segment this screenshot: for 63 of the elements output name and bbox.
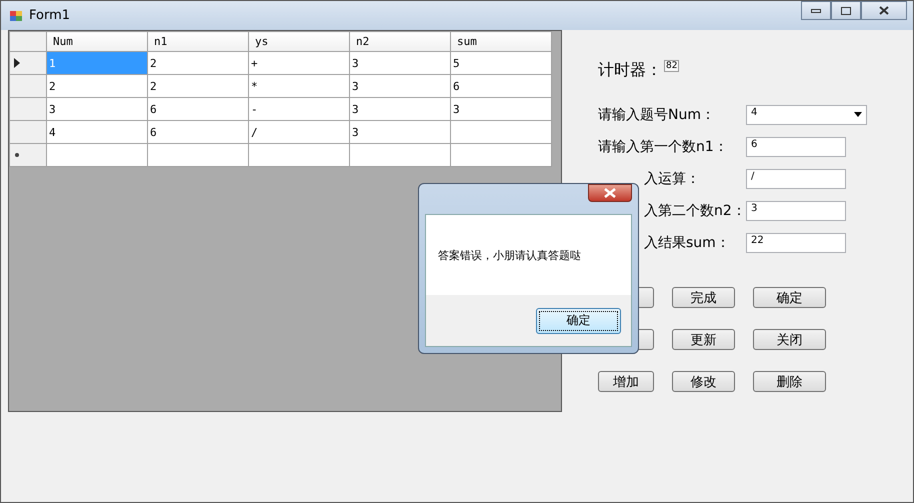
action-button[interactable]: 确定 [753,287,826,308]
window-title: Form1 [29,8,70,23]
maximize-button[interactable] [831,1,861,20]
timer-label: 计时器： [598,60,662,81]
column-header[interactable]: sum [450,32,552,52]
table-cell[interactable]: 3 [46,98,148,120]
close-button[interactable] [588,184,632,202]
input-field[interactable]: 22 [746,233,846,253]
timer-value: 82 [664,60,680,72]
table-cell[interactable]: + [248,52,350,74]
input-field[interactable]: / [746,169,846,189]
close-icon [604,188,616,198]
column-header[interactable]: Num [46,32,148,52]
table-cell[interactable]: 3 [350,120,450,144]
row-header[interactable] [10,52,46,74]
dialog-message: 答案错误，小朋请认真答题哒 [438,248,581,262]
field-label: 入运算： [643,170,701,188]
table-cell[interactable]: 2 [148,74,248,98]
table-cell[interactable]: 3 [350,52,450,74]
current-row-icon [14,58,20,68]
close-icon [879,6,889,15]
app-icon [9,8,23,22]
table-cell[interactable]: 4 [46,120,148,144]
table-cell[interactable]: 3 [450,98,552,120]
input-field[interactable]: 3 [746,201,846,221]
action-button[interactable]: 关闭 [753,329,826,350]
ok-button[interactable]: 确定 [536,308,621,334]
table-cell[interactable]: 6 [450,74,552,98]
table-cell[interactable]: - [248,98,350,120]
column-header[interactable]: ys [248,32,350,52]
table-cell[interactable] [148,144,248,166]
column-header[interactable]: n2 [350,32,450,52]
table-cell[interactable] [450,144,552,166]
action-button[interactable]: 更新 [672,329,735,350]
table-cell[interactable]: 6 [148,98,248,120]
maximize-icon [841,6,851,14]
table-cell[interactable]: 5 [450,52,552,74]
table-cell[interactable]: 3 [350,74,450,98]
action-button[interactable]: 增加 [598,371,654,392]
number-dropdown[interactable]: 4 [746,105,867,125]
field-label: 入结果sum： [643,234,731,252]
table-cell[interactable] [248,144,350,166]
table-cell[interactable]: 2 [46,74,148,98]
action-button[interactable]: 完成 [672,287,735,308]
action-button[interactable]: 删除 [753,371,826,392]
minimize-icon [811,8,821,12]
table-cell[interactable] [46,144,148,166]
new-row-icon [14,152,20,158]
table-cell[interactable] [450,120,552,144]
input-field[interactable]: 6 [746,137,846,157]
table-cell[interactable]: 3 [350,98,450,120]
field-label: 请输入第一个数n1： [598,138,729,156]
close-button[interactable] [861,1,907,20]
table-cell[interactable]: * [248,74,350,98]
column-header[interactable]: n1 [148,32,248,52]
action-button[interactable]: 修改 [672,371,735,392]
minimize-button[interactable] [801,1,831,20]
field-label: 入第二个数n2： [643,202,746,220]
table-cell[interactable]: / [248,120,350,144]
field-label: 请输入题号Num： [598,106,716,124]
table-cell[interactable] [350,144,450,166]
table-cell[interactable]: 6 [148,120,248,144]
table-cell[interactable]: 2 [148,52,248,74]
